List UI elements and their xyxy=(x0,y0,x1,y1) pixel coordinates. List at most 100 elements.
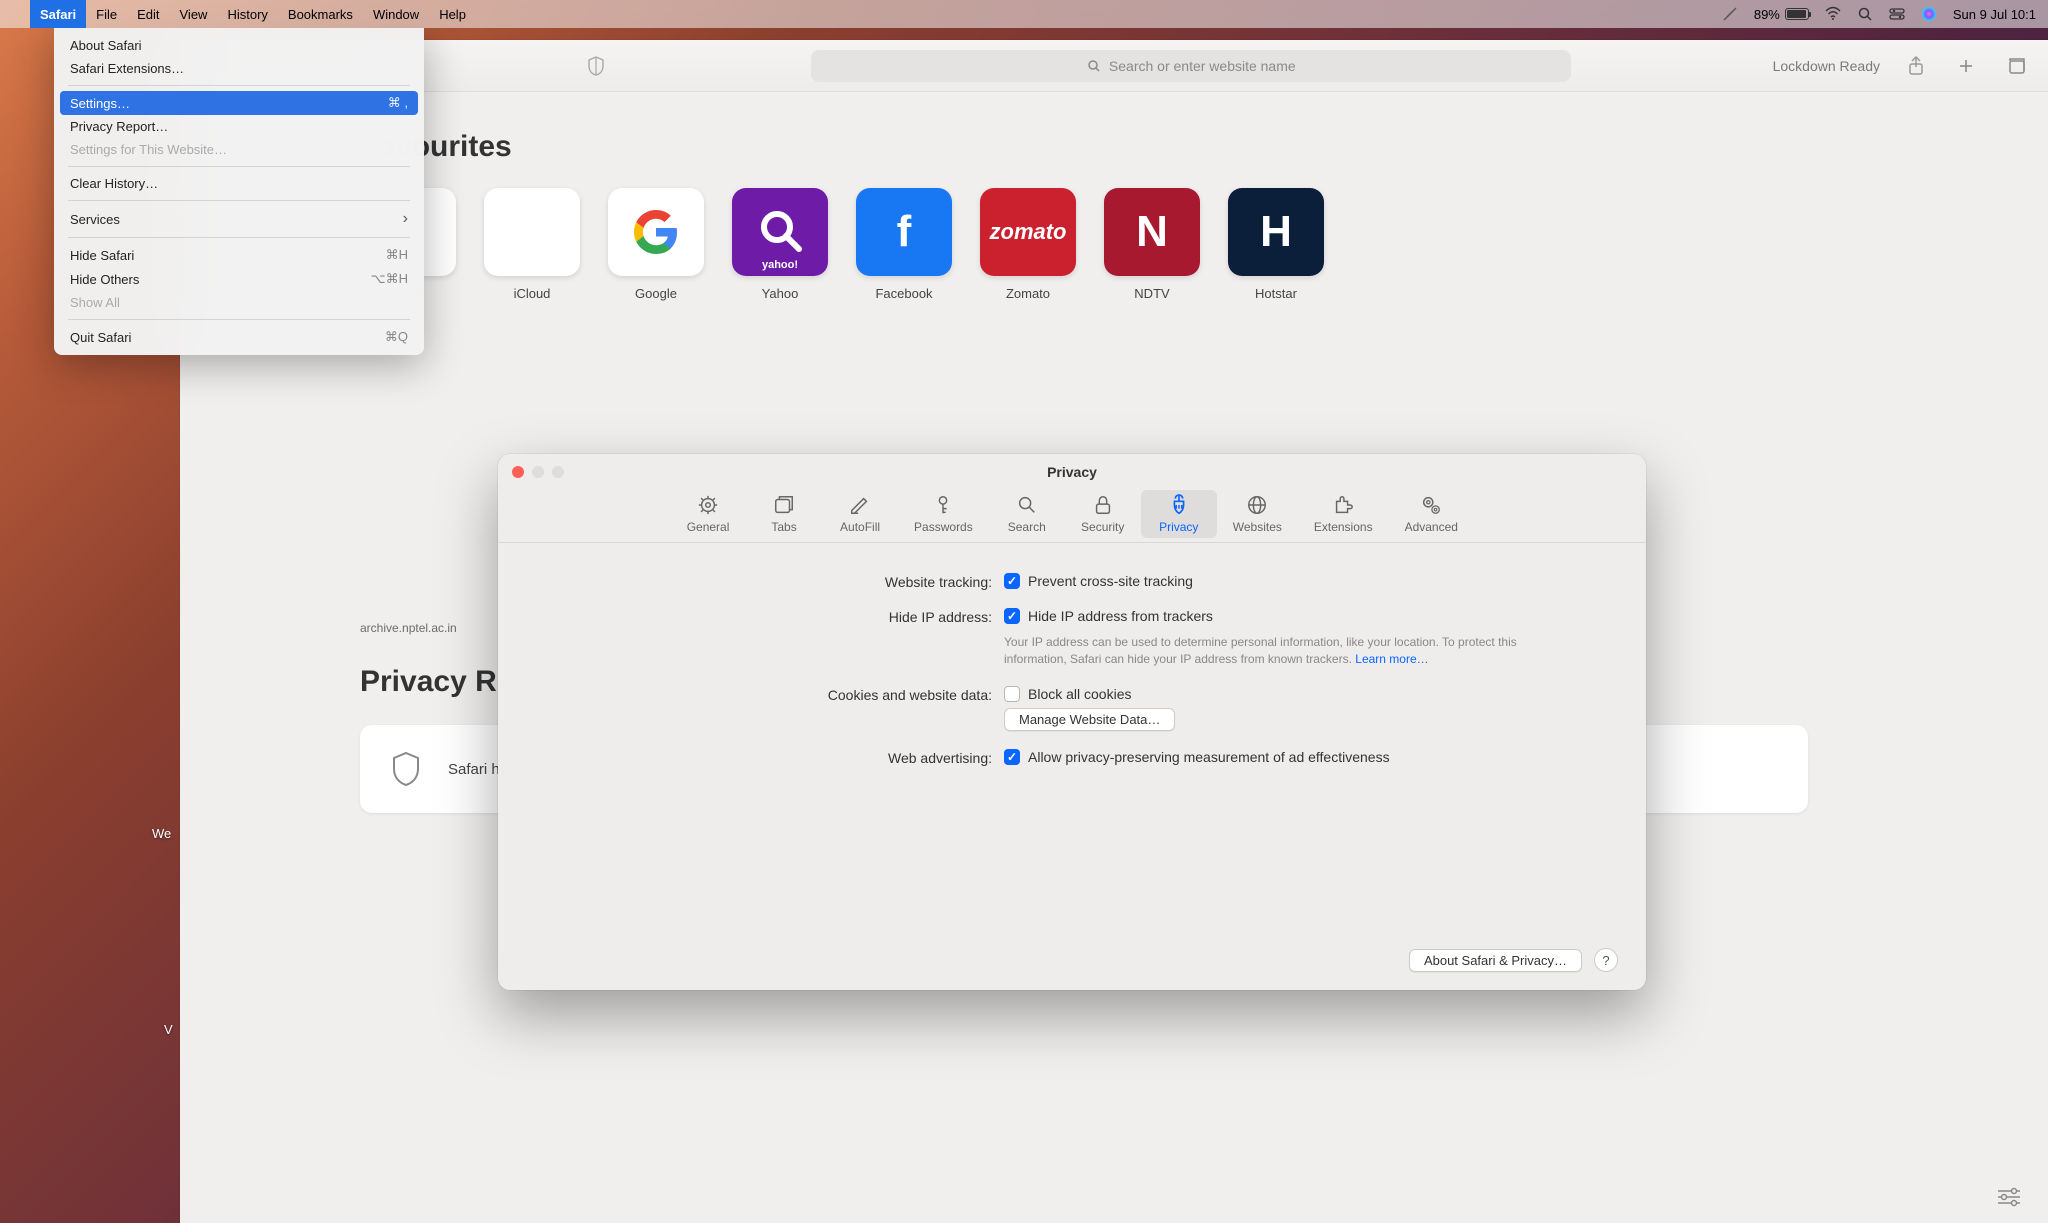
menu-history[interactable]: History xyxy=(217,0,277,28)
menubar: Safari File Edit View History Bookmarks … xyxy=(0,0,2048,28)
menu-hide-safari[interactable]: Hide Safari⌘H xyxy=(60,243,418,267)
favourite-tile: f xyxy=(856,188,952,276)
checkbox-block-cookies[interactable] xyxy=(1004,686,1020,702)
tab-overview-button[interactable] xyxy=(2002,52,2030,80)
prefs-tab-label: AutoFill xyxy=(840,520,880,534)
opt-ad-measurement: Allow privacy-preserving measurement of … xyxy=(1028,749,1390,765)
favourite-hotstar[interactable]: HHotstar xyxy=(1228,188,1324,301)
prefs-tab-label: Extensions xyxy=(1314,520,1373,534)
prefs-tab-privacy[interactable]: Privacy xyxy=(1141,490,1217,538)
desktop-item-label: V xyxy=(164,1022,173,1037)
siri-icon[interactable] xyxy=(1921,6,1937,22)
learn-more-link[interactable]: Learn more… xyxy=(1355,652,1428,666)
menu-safari[interactable]: Safari xyxy=(30,0,86,28)
menu-privacy-report[interactable]: Privacy Report… xyxy=(60,115,418,138)
prefs-tab-label: Websites xyxy=(1233,520,1282,534)
prefs-tab-search[interactable]: Search xyxy=(989,490,1065,538)
opt-hide-ip: Hide IP address from trackers xyxy=(1028,608,1213,624)
menu-about-safari[interactable]: About Safari xyxy=(60,34,418,57)
prefs-minimize xyxy=(532,466,544,478)
label-cookies: Cookies and website data: xyxy=(598,686,1004,703)
menu-window[interactable]: Window xyxy=(363,0,429,28)
customize-start-page[interactable] xyxy=(1996,1187,2022,1207)
spotlight-icon[interactable] xyxy=(1857,6,1873,22)
favourite-tile: zomato xyxy=(980,188,1076,276)
favourite-label: Zomato xyxy=(1006,286,1050,301)
favourite-label: Google xyxy=(635,286,677,301)
prefs-tab-autofill[interactable]: AutoFill xyxy=(822,490,898,538)
share-button[interactable] xyxy=(1902,52,1930,80)
lockdown-status: Lockdown Ready xyxy=(1773,58,1880,74)
prefs-tab-tabs[interactable]: Tabs xyxy=(746,490,822,538)
prefs-tab-label: Tabs xyxy=(771,520,796,534)
search-icon xyxy=(1015,494,1039,516)
passwords-icon xyxy=(931,494,955,516)
toolbar: Search or enter website name Lockdown Re… xyxy=(180,40,2048,92)
opt-prevent-cross-site: Prevent cross-site tracking xyxy=(1028,573,1193,589)
favourite-tile: yahoo! xyxy=(732,188,828,276)
menu-safari-extensions[interactable]: Safari Extensions… xyxy=(60,57,418,80)
battery-status[interactable]: 89% xyxy=(1754,7,1809,22)
prefs-tab-label: Advanced xyxy=(1405,520,1458,534)
favourite-icloud[interactable]: iCloud xyxy=(484,188,580,301)
menu-file[interactable]: File xyxy=(86,0,127,28)
control-center-icon[interactable] xyxy=(1889,6,1905,22)
checkbox-ad-measurement[interactable] xyxy=(1004,749,1020,765)
label-web-advertising: Web advertising: xyxy=(598,749,1004,766)
prefs-tab-security[interactable]: Security xyxy=(1065,490,1141,538)
menu-edit[interactable]: Edit xyxy=(127,0,169,28)
clock[interactable]: Sun 9 Jul 10:1 xyxy=(1953,7,2036,22)
prefs-tab-label: Search xyxy=(1008,520,1046,534)
prefs-tab-advanced[interactable]: Advanced xyxy=(1389,490,1474,538)
favourite-tile: N xyxy=(1104,188,1200,276)
label-website-tracking: Website tracking: xyxy=(598,573,1004,590)
prefs-tab-label: Passwords xyxy=(914,520,973,534)
general-icon xyxy=(696,494,720,516)
menu-hide-others[interactable]: Hide Others⌥⌘H xyxy=(60,267,418,291)
favourite-label: Yahoo xyxy=(762,286,799,301)
favourite-zomato[interactable]: zomato Zomato xyxy=(980,188,1076,301)
prefs-tab-general[interactable]: General xyxy=(670,490,746,538)
favourite-label: NDTV xyxy=(1134,286,1169,301)
preferences-window: Privacy General Tabs AutoFill Passwords Sear… xyxy=(498,454,1646,990)
menu-settings[interactable]: Settings…⌘ , xyxy=(60,91,418,115)
favourite-ndtv[interactable]: N NDTV xyxy=(1104,188,1200,301)
menu-view[interactable]: View xyxy=(170,0,218,28)
privacy-icon xyxy=(1167,494,1191,516)
menu-services[interactable]: Services xyxy=(60,206,418,232)
prefs-tabbar: General Tabs AutoFill Passwords Search Securi… xyxy=(498,490,1646,543)
hint-hide-ip: Your IP address can be used to determine… xyxy=(1004,634,1524,668)
menu-help[interactable]: Help xyxy=(429,0,476,28)
wifi-icon[interactable] xyxy=(1825,6,1841,22)
help-button[interactable]: ? xyxy=(1594,948,1618,972)
menu-site-settings: Settings for This Website… xyxy=(60,138,418,161)
menu-quit-safari[interactable]: Quit Safari⌘Q xyxy=(60,325,418,349)
do-not-disturb-icon[interactable] xyxy=(1722,6,1738,22)
desktop-item-label: We xyxy=(152,826,171,841)
address-bar[interactable]: Search or enter website name xyxy=(811,50,1571,82)
favourite-tile xyxy=(608,188,704,276)
manage-website-data-button[interactable]: Manage Website Data… xyxy=(1004,708,1175,731)
checkbox-hide-ip[interactable] xyxy=(1004,608,1020,624)
safari-menu-dropdown: About Safari Safari Extensions… Settings… xyxy=(54,28,424,355)
favourite-google[interactable]: Google xyxy=(608,188,704,301)
prefs-tab-extensions[interactable]: Extensions xyxy=(1298,490,1389,538)
favourite-yahoo[interactable]: yahoo! Yahoo xyxy=(732,188,828,301)
checkbox-prevent-cross-site[interactable] xyxy=(1004,573,1020,589)
prefs-close[interactable] xyxy=(512,466,524,478)
new-tab-button[interactable] xyxy=(1952,52,1980,80)
favourite-facebook[interactable]: f Facebook xyxy=(856,188,952,301)
shield-icon xyxy=(390,751,422,787)
shield-icon[interactable] xyxy=(582,52,610,80)
autofill-icon xyxy=(848,494,872,516)
favourite-tile: H xyxy=(1228,188,1324,276)
menu-clear-history[interactable]: Clear History… xyxy=(60,172,418,195)
menu-bookmarks[interactable]: Bookmarks xyxy=(278,0,363,28)
opt-block-cookies: Block all cookies xyxy=(1028,686,1132,702)
battery-percent: 89% xyxy=(1754,7,1780,22)
about-safari-privacy-button[interactable]: About Safari & Privacy… xyxy=(1409,949,1582,972)
prefs-tab-passwords[interactable]: Passwords xyxy=(898,490,989,538)
prefs-tab-label: Security xyxy=(1081,520,1124,534)
favourite-label: Facebook xyxy=(875,286,932,301)
prefs-tab-websites[interactable]: Websites xyxy=(1217,490,1298,538)
